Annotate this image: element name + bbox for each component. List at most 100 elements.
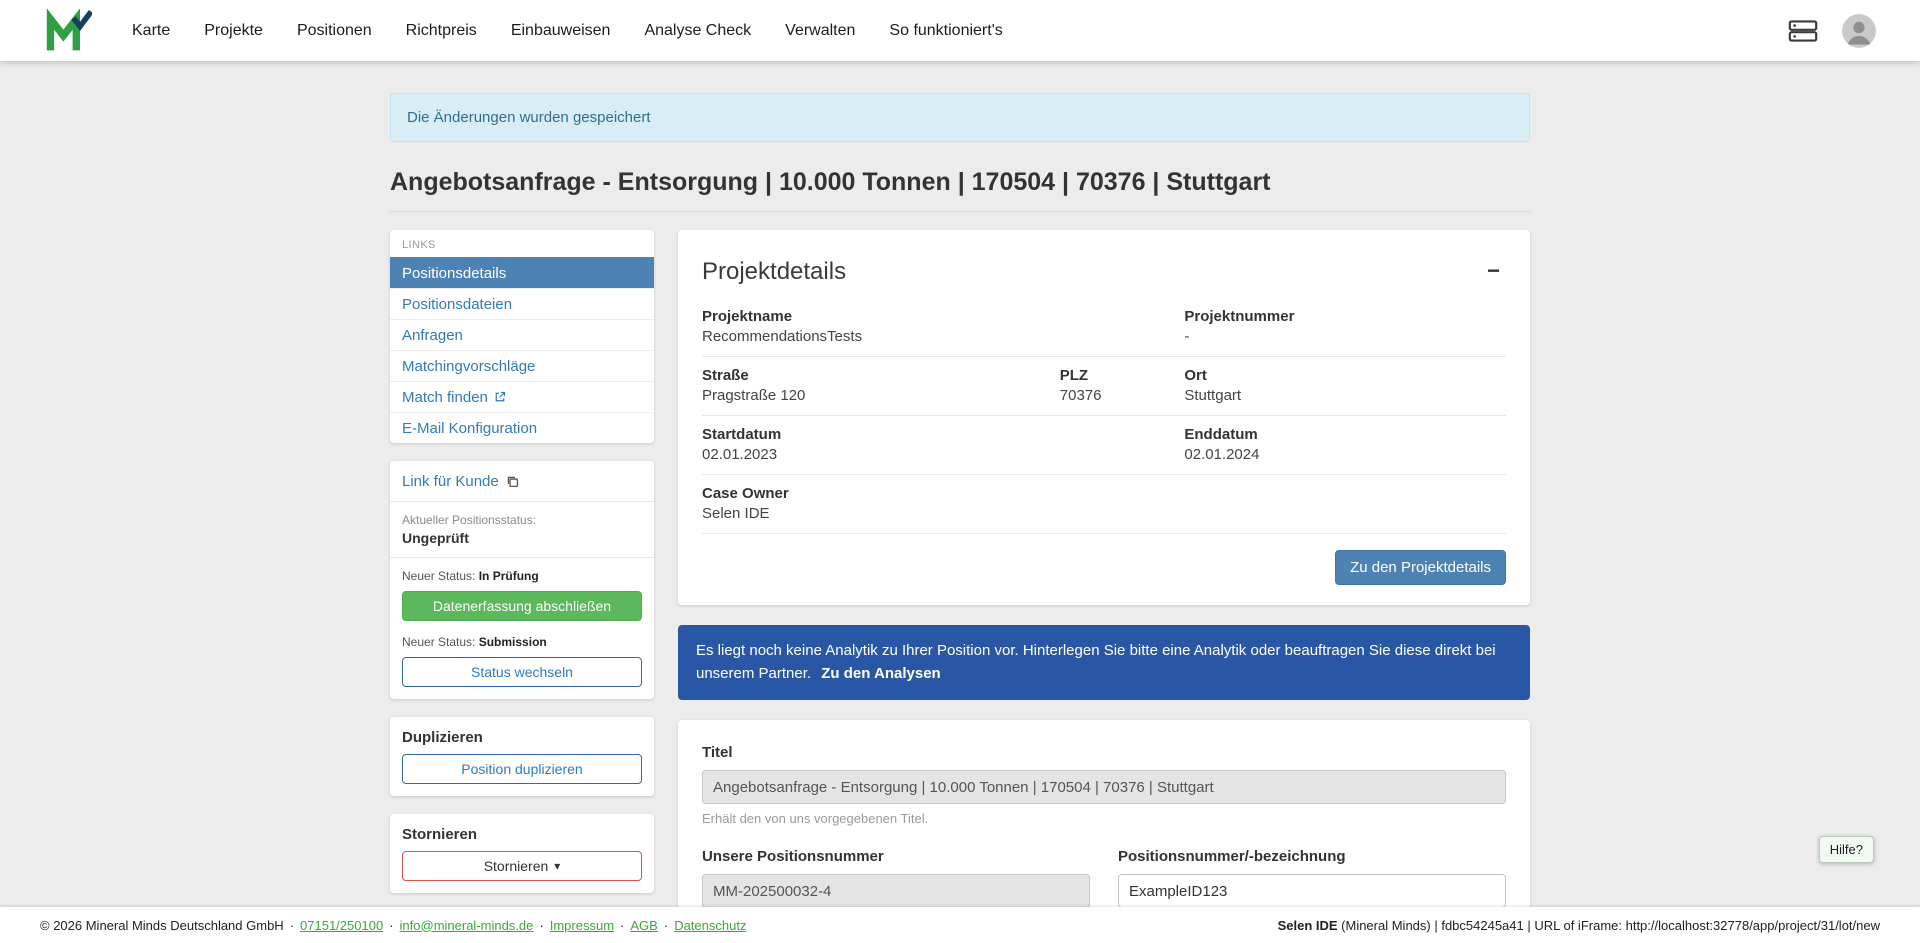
nav-item-einbauweisen[interactable]: Einbauweisen — [511, 22, 611, 40]
ort-label: Ort — [1184, 367, 1506, 384]
enddatum-label: Enddatum — [1184, 426, 1506, 443]
app-logo[interactable] — [44, 9, 92, 53]
sidebar-item-matchingvorschlaege[interactable]: Matchingvorschläge — [390, 350, 654, 381]
current-status-value: Ungeprüft — [402, 530, 642, 546]
projektname-value: RecommendationsTests — [702, 328, 1184, 345]
footer: © 2026 Mineral Minds Deutschland GmbH 07… — [0, 907, 1920, 943]
nav-item-verwalten[interactable]: Verwalten — [785, 22, 855, 40]
mineral-minds-logo-icon — [44, 9, 92, 53]
next-status-1: Neuer Status: In Prüfung — [402, 569, 642, 583]
strasse-label: Straße — [702, 367, 1060, 384]
customer-link[interactable]: Link für Kunde — [402, 473, 642, 490]
finish-data-entry-button[interactable]: Datenerfassung abschließen — [402, 591, 642, 621]
footer-left: © 2026 Mineral Minds Deutschland GmbH 07… — [40, 918, 746, 933]
our-position-number-label: Unsere Positionsnummer — [702, 848, 1090, 865]
cancel-button-label: Stornieren — [484, 858, 549, 874]
nav-item-karte[interactable]: Karte — [132, 22, 170, 40]
next-status-2: Neuer Status: Submission — [402, 635, 642, 649]
footer-session-info: Selen IDE (Mineral Minds) | fdbc54245a41… — [1278, 918, 1880, 933]
separator-dot — [289, 918, 295, 933]
divider — [390, 557, 654, 558]
footer-meta: (Mineral Minds) | fdbc54245a41 | URL of … — [1338, 918, 1880, 933]
next-status-value: In Prüfung — [479, 569, 539, 583]
duplicate-position-button[interactable]: Position duplizieren — [402, 754, 642, 784]
main-column: Projektdetails − Projektname Recommendat… — [678, 230, 1530, 943]
sidebar-item-positionsdateien[interactable]: Positionsdateien — [390, 288, 654, 319]
startdatum-value: 02.01.2023 — [702, 446, 1184, 463]
server-icon[interactable] — [1788, 19, 1818, 43]
project-row-owner: Case Owner Selen IDE — [702, 475, 1506, 534]
main-nav: Karte Projekte Positionen Richtpreis Ein… — [132, 22, 1788, 40]
footer-user-name: Selen IDE — [1278, 918, 1338, 933]
titel-help: Erhält den von uns vorgegebenen Titel. — [702, 811, 1506, 826]
our-position-number-input — [702, 874, 1090, 908]
sidebar-item-anfragen[interactable]: Anfragen — [390, 319, 654, 350]
change-status-button[interactable]: Status wechseln — [402, 657, 642, 687]
help-button[interactable]: Hilfe? — [1819, 836, 1874, 863]
go-to-analyses-link[interactable]: Zu den Analysen — [821, 665, 940, 682]
plz-value: 70376 — [1060, 387, 1185, 404]
project-details-heading: Projektdetails — [702, 258, 846, 286]
projektnummer-label: Projektnummer — [1184, 308, 1506, 325]
cancel-dropdown-button[interactable]: Stornieren ▾ — [402, 851, 642, 881]
strasse-value: Pragstraße 120 — [702, 387, 1060, 404]
customer-link-label: Link für Kunde — [402, 473, 499, 490]
title-divider — [390, 211, 1530, 212]
project-row-address: Straße Pragstraße 120 PLZ 70376 Ort Stut… — [702, 357, 1506, 416]
separator-dot — [619, 918, 625, 933]
startdatum-label: Startdatum — [702, 426, 1184, 443]
position-number-input[interactable] — [1118, 874, 1506, 908]
sidebar-item-email-konfiguration[interactable]: E-Mail Konfiguration — [390, 412, 654, 443]
sidebar-item-label: Match finden — [402, 389, 488, 406]
footer-agb-link[interactable]: AGB — [630, 918, 657, 933]
next-status-label: Neuer Status: — [402, 569, 475, 583]
case-owner-value: Selen IDE — [702, 505, 1184, 522]
project-row-dates: Startdatum 02.01.2023 Enddatum 02.01.202… — [702, 416, 1506, 475]
titel-group: Titel Erhält den von uns vorgegebenen Ti… — [702, 744, 1506, 826]
sidebar-item-positionsdetails[interactable]: Positionsdetails — [390, 257, 654, 288]
nav-right — [1788, 14, 1876, 48]
sidebar-links-card: LINKS Positionsdetails Positionsdateien … — [390, 230, 654, 443]
copy-icon — [506, 475, 519, 488]
enddatum-value: 02.01.2024 — [1184, 446, 1506, 463]
user-avatar-icon[interactable] — [1842, 14, 1876, 48]
top-nav: Karte Projekte Positionen Richtpreis Ein… — [0, 0, 1920, 61]
separator-dot — [388, 918, 394, 933]
separator-dot — [538, 918, 544, 933]
nav-item-so-funktionierts[interactable]: So funktioniert's — [889, 22, 1002, 40]
cancel-heading: Stornieren — [402, 826, 642, 843]
case-owner-label: Case Owner — [702, 485, 1184, 502]
duplicate-heading: Duplizieren — [402, 729, 642, 746]
save-success-alert: Die Änderungen wurden gespeichert — [390, 93, 1530, 142]
duplicate-card: Duplizieren Position duplizieren — [390, 717, 654, 796]
footer-impressum-link[interactable]: Impressum — [550, 918, 614, 933]
titel-label: Titel — [702, 744, 1506, 761]
nav-item-analyse-check[interactable]: Analyse Check — [644, 22, 751, 40]
nav-item-richtpreis[interactable]: Richtpreis — [406, 22, 477, 40]
links-heading: LINKS — [390, 230, 654, 257]
go-to-project-details-button[interactable]: Zu den Projektdetails — [1335, 550, 1506, 585]
sidebar-item-match-finden[interactable]: Match finden — [390, 381, 654, 412]
footer-datenschutz-link[interactable]: Datenschutz — [674, 918, 746, 933]
plz-label: PLZ — [1060, 367, 1185, 384]
status-card: Link für Kunde Aktueller Positionsstatus… — [390, 461, 654, 699]
page-content: Die Änderungen wurden gespeichert Angebo… — [390, 61, 1530, 943]
collapse-icon[interactable]: − — [1481, 258, 1506, 284]
copyright-text: © 2026 Mineral Minds Deutschland GmbH — [40, 918, 284, 933]
sidebar: LINKS Positionsdetails Positionsdateien … — [390, 230, 654, 911]
divider — [390, 501, 654, 502]
cancel-card: Stornieren Stornieren ▾ — [390, 814, 654, 893]
nav-item-projekte[interactable]: Projekte — [204, 22, 263, 40]
footer-email-link[interactable]: info@mineral-minds.de — [400, 918, 534, 933]
footer-phone-link[interactable]: 07151/250100 — [300, 918, 383, 933]
titel-input — [702, 770, 1506, 804]
project-row-name-number: Projektname RecommendationsTests Projekt… — [702, 298, 1506, 357]
project-details-card: Projektdetails − Projektname Recommendat… — [678, 230, 1530, 605]
projektnummer-value: - — [1184, 328, 1506, 345]
analytics-banner: Es liegt noch keine Analytik zu Ihrer Po… — [678, 625, 1530, 700]
nav-item-positionen[interactable]: Positionen — [297, 22, 372, 40]
external-link-icon — [494, 391, 506, 403]
page-title: Angebotsanfrage - Entsorgung | 10.000 To… — [390, 168, 1530, 197]
position-number-label: Positionsnummer/-bezeichnung — [1118, 848, 1506, 865]
ort-value: Stuttgart — [1184, 387, 1506, 404]
